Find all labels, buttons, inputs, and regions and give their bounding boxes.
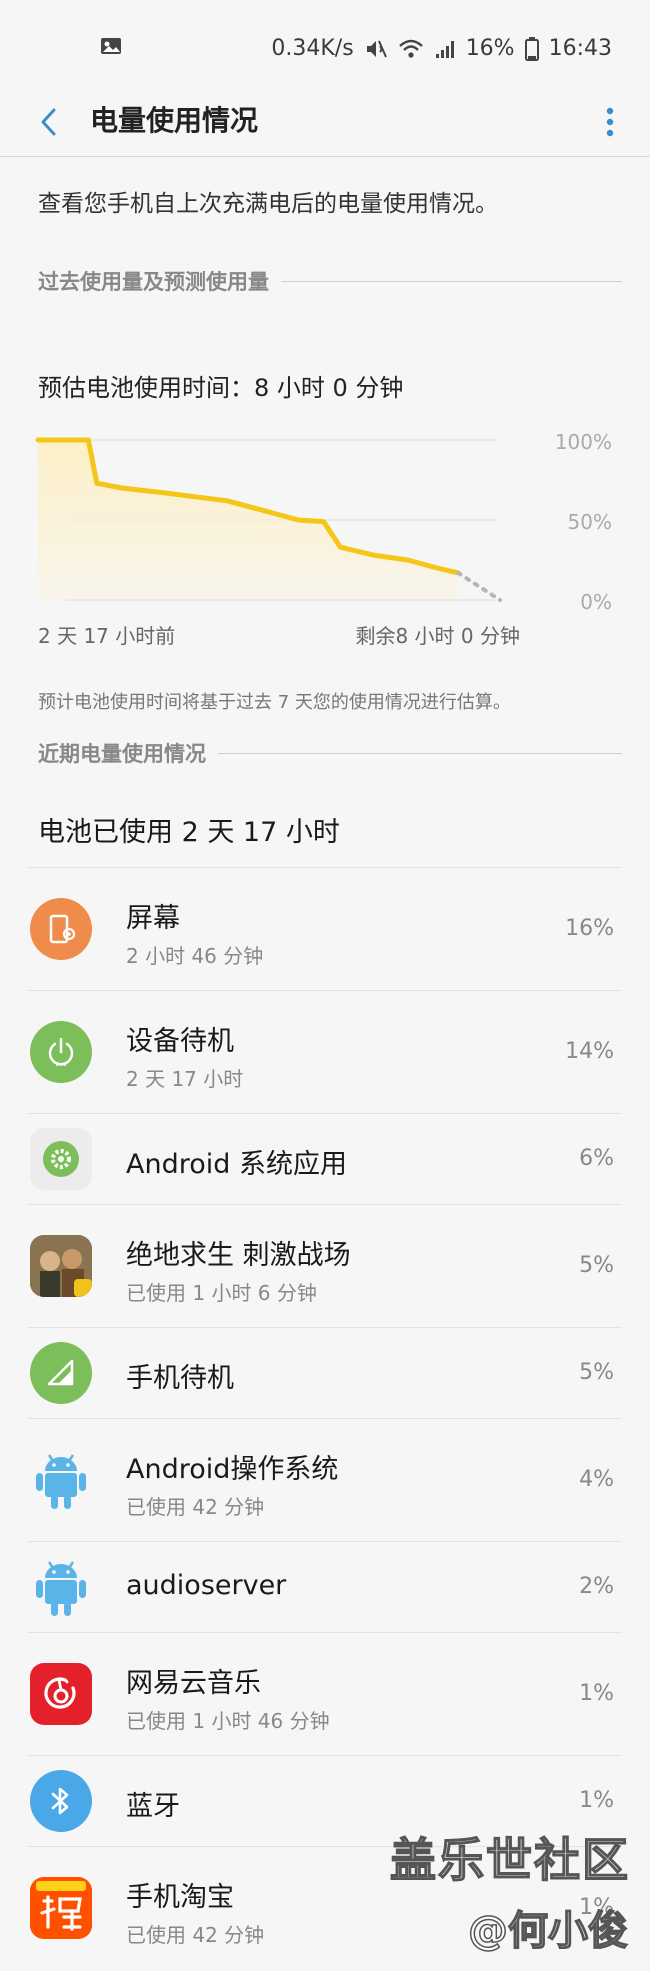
app-name: audioserver	[126, 1570, 287, 1601]
list-item[interactable]: Android操作系统 已使用 42 分钟 4%	[28, 1418, 622, 1541]
y-tick-label: 100%	[554, 430, 612, 454]
app-usage-time: 已使用 1 小时 46 分钟	[126, 1709, 330, 1733]
status-indicators: 0.34K/s 16% 16:43	[271, 36, 612, 61]
page-title: 电量使用情况	[90, 104, 259, 137]
wifi-icon	[398, 38, 424, 60]
watermark-author: @何小俊	[467, 1907, 629, 1955]
projection-line	[456, 570, 502, 602]
signal-icon	[434, 38, 456, 60]
app-name: 手机待机	[126, 1363, 234, 1394]
list-item[interactable]: 网易云音乐 已使用 1 小时 46 分钟 1%	[28, 1632, 622, 1755]
app-percent: 4%	[579, 1467, 614, 1492]
app-percent: 5%	[579, 1360, 614, 1385]
list-item[interactable]: 屏幕 2 小时 46 分钟 16%	[28, 867, 622, 990]
android-icon	[30, 1556, 92, 1618]
app-usage-list: 屏幕 2 小时 46 分钟 16% 设备待机 2 天 17 小时 14% And…	[28, 867, 622, 1969]
gear-icon	[30, 1128, 92, 1190]
estimate-footnote: 预计电池使用时间将基于过去 7 天您的使用情况进行估算。	[38, 692, 511, 713]
x-start-label: 2 天 17 小时前	[38, 624, 176, 648]
app-name: 蓝牙	[126, 1791, 180, 1822]
app-usage-time: 2 小时 46 分钟	[126, 944, 264, 968]
list-item[interactable]: 绝地求生 刺激战场 已使用 1 小时 6 分钟 5%	[28, 1204, 622, 1327]
app-percent: 1%	[579, 1788, 614, 1813]
app-percent: 2%	[579, 1574, 614, 1599]
status-bar: 0.34K/s 16% 16:43	[0, 0, 650, 100]
taobao-icon	[30, 1877, 92, 1939]
app-name: Android 系统应用	[126, 1149, 347, 1180]
app-bar-divider	[0, 156, 650, 157]
android-icon	[30, 1449, 92, 1511]
section-header-past: 过去使用量及预测使用量	[38, 266, 622, 296]
page-description: 查看您手机自上次充满电后的电量使用情况。	[38, 191, 498, 217]
section-divider	[218, 752, 622, 754]
netease-music-icon	[30, 1663, 92, 1725]
app-name: 绝地求生 刺激战场	[126, 1240, 351, 1271]
app-percent: 1%	[579, 1681, 614, 1706]
pubg-icon	[30, 1235, 92, 1297]
app-usage-time: 已使用 42 分钟	[126, 1923, 265, 1947]
network-speed: 0.34K/s	[271, 36, 354, 61]
image-icon	[100, 36, 124, 58]
app-name: Android操作系统	[126, 1454, 339, 1485]
signal-standby-icon	[30, 1342, 92, 1404]
app-percent: 14%	[565, 1039, 614, 1064]
app-name: 屏幕	[126, 903, 180, 934]
list-item[interactable]: 手机待机 5%	[28, 1327, 622, 1418]
app-name: 网易云音乐	[126, 1668, 261, 1699]
app-percent: 16%	[565, 916, 614, 941]
y-tick-label: 50%	[567, 510, 612, 534]
list-item[interactable]: Android 系统应用 6%	[28, 1113, 622, 1204]
screen-icon	[30, 898, 92, 960]
bluetooth-icon	[30, 1770, 92, 1832]
battery-used-total: 电池已使用 2 天 17 小时	[38, 817, 340, 848]
section-label-recent: 近期电量使用情况	[38, 742, 206, 766]
estimated-time: 预估电池使用时间：8 小时 0 分钟	[38, 374, 404, 402]
app-percent: 6%	[579, 1146, 614, 1171]
power-icon	[30, 1021, 92, 1083]
y-tick-label: 0%	[580, 590, 612, 614]
app-name: 手机淘宝	[126, 1882, 234, 1913]
more-vert-icon	[606, 107, 614, 141]
more-options-button[interactable]	[598, 104, 622, 144]
app-usage-time: 已使用 42 分钟	[126, 1495, 265, 1519]
battery-icon	[524, 36, 539, 61]
app-name: 设备待机	[126, 1026, 234, 1057]
app-usage-time: 已使用 1 小时 6 分钟	[126, 1281, 317, 1305]
app-usage-time: 2 天 17 小时	[126, 1067, 244, 1091]
x-end-label: 剩余8 小时 0 分钟	[355, 624, 520, 648]
clock: 16:43	[548, 36, 612, 61]
list-item[interactable]: 设备待机 2 天 17 小时 14%	[28, 990, 622, 1113]
watermark-title: 盖乐世社区	[389, 1832, 630, 1888]
app-bar: 电量使用情况	[0, 100, 650, 158]
chevron-left-icon	[39, 107, 57, 141]
section-header-recent: 近期电量使用情况	[38, 738, 622, 768]
section-divider	[281, 280, 622, 282]
back-button[interactable]	[30, 106, 66, 142]
app-percent: 5%	[579, 1253, 614, 1278]
section-label-past: 过去使用量及预测使用量	[38, 270, 269, 294]
battery-percent: 16%	[465, 36, 515, 61]
list-item[interactable]: audioserver 2%	[28, 1541, 622, 1632]
mute-icon	[364, 38, 388, 60]
